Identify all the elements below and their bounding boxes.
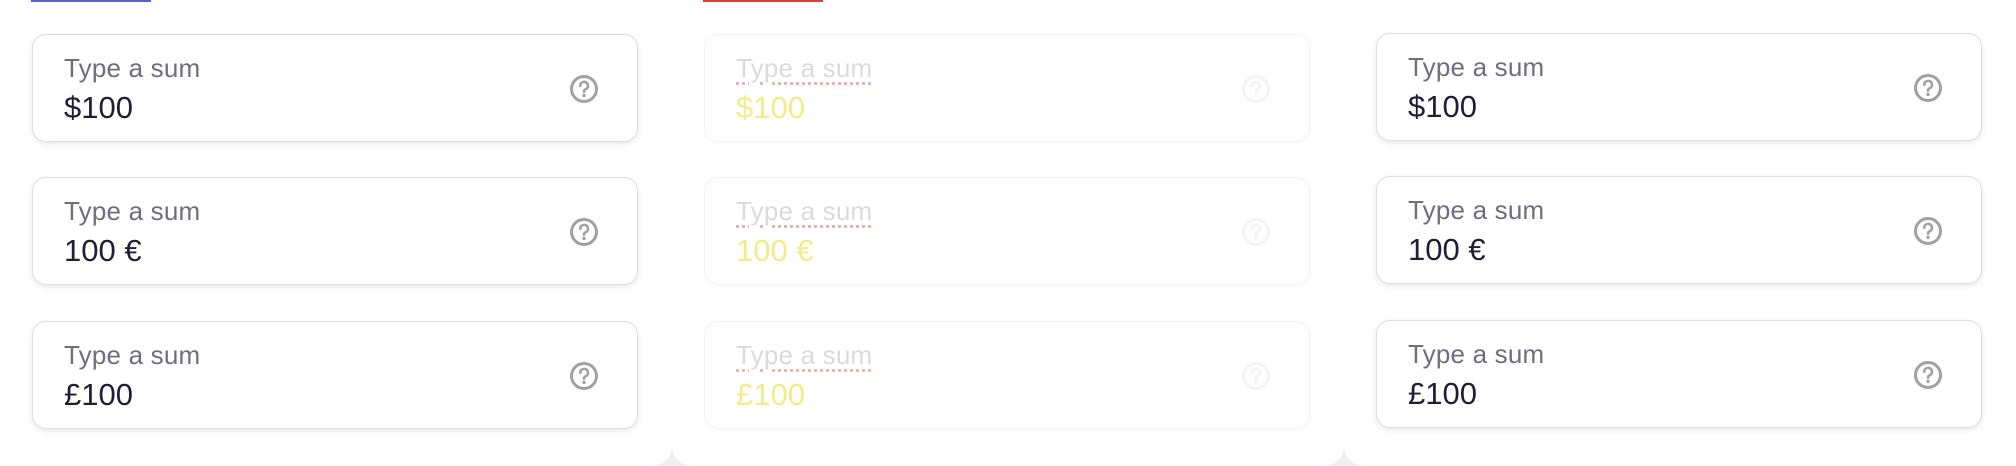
question-circle-icon[interactable] (1241, 217, 1271, 247)
sum-input[interactable]: Type a sum 100 € (704, 177, 1310, 285)
sum-input-label: Type a sum (64, 196, 201, 226)
sum-input-value[interactable]: $100 (1408, 89, 1477, 125)
column-left: Type a sum $100 Type a sum 100 € Type a … (0, 0, 672, 466)
sum-input[interactable]: Type a sum $100 (32, 34, 638, 142)
sum-input-value[interactable]: 100 € (64, 233, 142, 269)
question-circle-icon[interactable] (1241, 361, 1271, 391)
question-circle-icon[interactable] (1241, 74, 1271, 104)
question-circle-icon[interactable] (1913, 73, 1943, 103)
sum-input[interactable]: Type a sum £100 (704, 321, 1310, 429)
sum-input-label: Type a sum (1408, 339, 1545, 369)
top-accent-bar (31, 0, 151, 2)
top-accent-bar (703, 0, 823, 2)
sum-input-label: Type a sum (1408, 52, 1545, 82)
sum-input[interactable]: Type a sum £100 (32, 321, 638, 429)
sum-input-value[interactable]: $100 (736, 90, 805, 126)
question-circle-icon[interactable] (569, 217, 599, 247)
sum-input-value[interactable]: £100 (1408, 376, 1477, 412)
sum-input-value[interactable]: £100 (64, 377, 133, 413)
question-circle-icon[interactable] (569, 74, 599, 104)
question-circle-icon[interactable] (1913, 360, 1943, 390)
sum-input-value[interactable]: £100 (736, 377, 805, 413)
sum-input[interactable]: Type a sum $100 (1376, 33, 1982, 141)
column-right: Type a sum $100 Type a sum 100 € Type a … (1344, 0, 2016, 466)
preview-stage: Type a sum $100 Type a sum 100 € Type a … (0, 0, 2016, 466)
question-circle-icon[interactable] (569, 361, 599, 391)
sum-input-label: Type a sum (736, 196, 873, 226)
sum-input-value[interactable]: 100 € (1408, 232, 1486, 268)
sum-input[interactable]: Type a sum $100 (704, 34, 1310, 142)
sum-input-label: Type a sum (1408, 195, 1545, 225)
sum-input[interactable]: Type a sum 100 € (1376, 176, 1982, 284)
sum-input-value[interactable]: $100 (64, 90, 133, 126)
sum-input[interactable]: Type a sum £100 (1376, 320, 1982, 428)
sum-input-label: Type a sum (64, 53, 201, 83)
sum-input[interactable]: Type a sum 100 € (32, 177, 638, 285)
sum-input-label: Type a sum (736, 340, 873, 370)
sum-input-value[interactable]: 100 € (736, 233, 814, 269)
question-circle-icon[interactable] (1913, 216, 1943, 246)
sum-input-label: Type a sum (64, 340, 201, 370)
sum-input-label: Type a sum (736, 53, 873, 83)
column-middle: Type a sum $100 Type a sum 100 € Type a … (672, 0, 1344, 466)
